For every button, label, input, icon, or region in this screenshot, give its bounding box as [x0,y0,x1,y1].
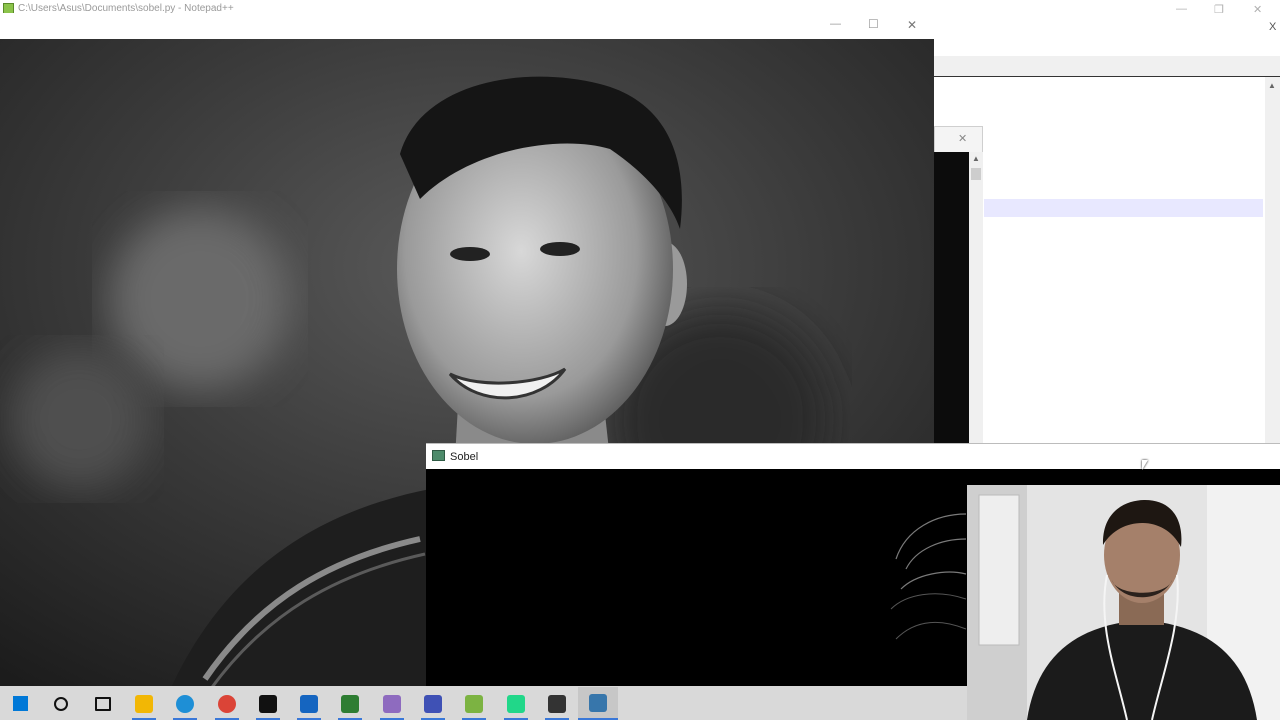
sobel-title-bar[interactable]: Sobel [426,443,1280,469]
mouse-cursor-icon [1142,460,1148,470]
taskbar-button-network-app[interactable] [413,687,453,720]
notepad-plus-plus-icon [465,694,484,713]
taskbar-button-file-explorer[interactable] [124,687,164,720]
taskbar-button-pycharm[interactable] [496,687,536,720]
console-scroll-up-icon[interactable]: ▲ [972,154,980,163]
notepad-menu-bar [934,20,1280,56]
app-blue-icon [300,694,319,713]
image-close-icon[interactable]: ✕ [907,18,917,32]
bookmark-app-icon [341,694,360,713]
windows-start-icon [12,696,28,711]
webcam-overlay [967,485,1280,720]
chrome-icon [217,694,236,713]
terminal-icon [258,694,277,713]
taskbar-button-python[interactable] [578,687,619,720]
taskbar-button-app-blue[interactable] [289,687,329,720]
document-close-button[interactable]: X [1269,21,1276,33]
notepad-editor[interactable] [934,77,1264,443]
taskbar-button-windows-start[interactable] [0,687,40,720]
image-window-title-bar[interactable]: — ☐ ✕ [0,13,934,39]
image-minimize-icon[interactable]: — [830,18,841,30]
search-icon [54,696,69,711]
scroll-up-icon[interactable]: ▲ [1268,81,1276,90]
notepad-minimize-icon[interactable]: — [1176,3,1187,15]
console-scrollbar[interactable]: ▲ [969,152,983,444]
taskbar-button-edge[interactable] [165,687,205,720]
console-close-icon[interactable]: ✕ [958,132,967,145]
taskbar-button-speedometer-app[interactable] [537,687,577,720]
editor-scrollbar[interactable]: ▲ [1265,77,1280,443]
paint-icon [382,694,401,713]
console-output [934,152,969,444]
image-maximize-icon[interactable]: ☐ [868,17,879,31]
file-explorer-icon [134,694,153,713]
notepad-close-icon[interactable]: ✕ [1253,3,1262,16]
taskbar-button-paint[interactable] [372,687,412,720]
sobel-window-title: Sobel [450,451,479,463]
taskbar-button-search[interactable] [41,687,81,720]
taskbar-button-bookmark-app[interactable] [330,687,370,720]
current-line-highlight [984,199,1263,217]
python-icon [589,693,608,712]
notepad-restore-icon[interactable]: ❐ [1214,3,1224,16]
edge-icon [176,694,195,713]
console-scroll-thumb[interactable] [971,168,981,180]
taskbar-button-notepad-plus-plus[interactable] [454,687,494,720]
pycharm-icon [506,694,525,713]
sobel-window-icon [432,450,445,461]
network-app-icon [424,694,442,713]
notepad-tab-bar [934,56,1280,77]
speedometer-app-icon [547,694,566,713]
task-view-icon [94,696,111,711]
taskbar-button-terminal[interactable] [248,687,288,720]
taskbar-button-task-view[interactable] [83,687,123,720]
taskbar-button-chrome[interactable] [207,687,247,720]
